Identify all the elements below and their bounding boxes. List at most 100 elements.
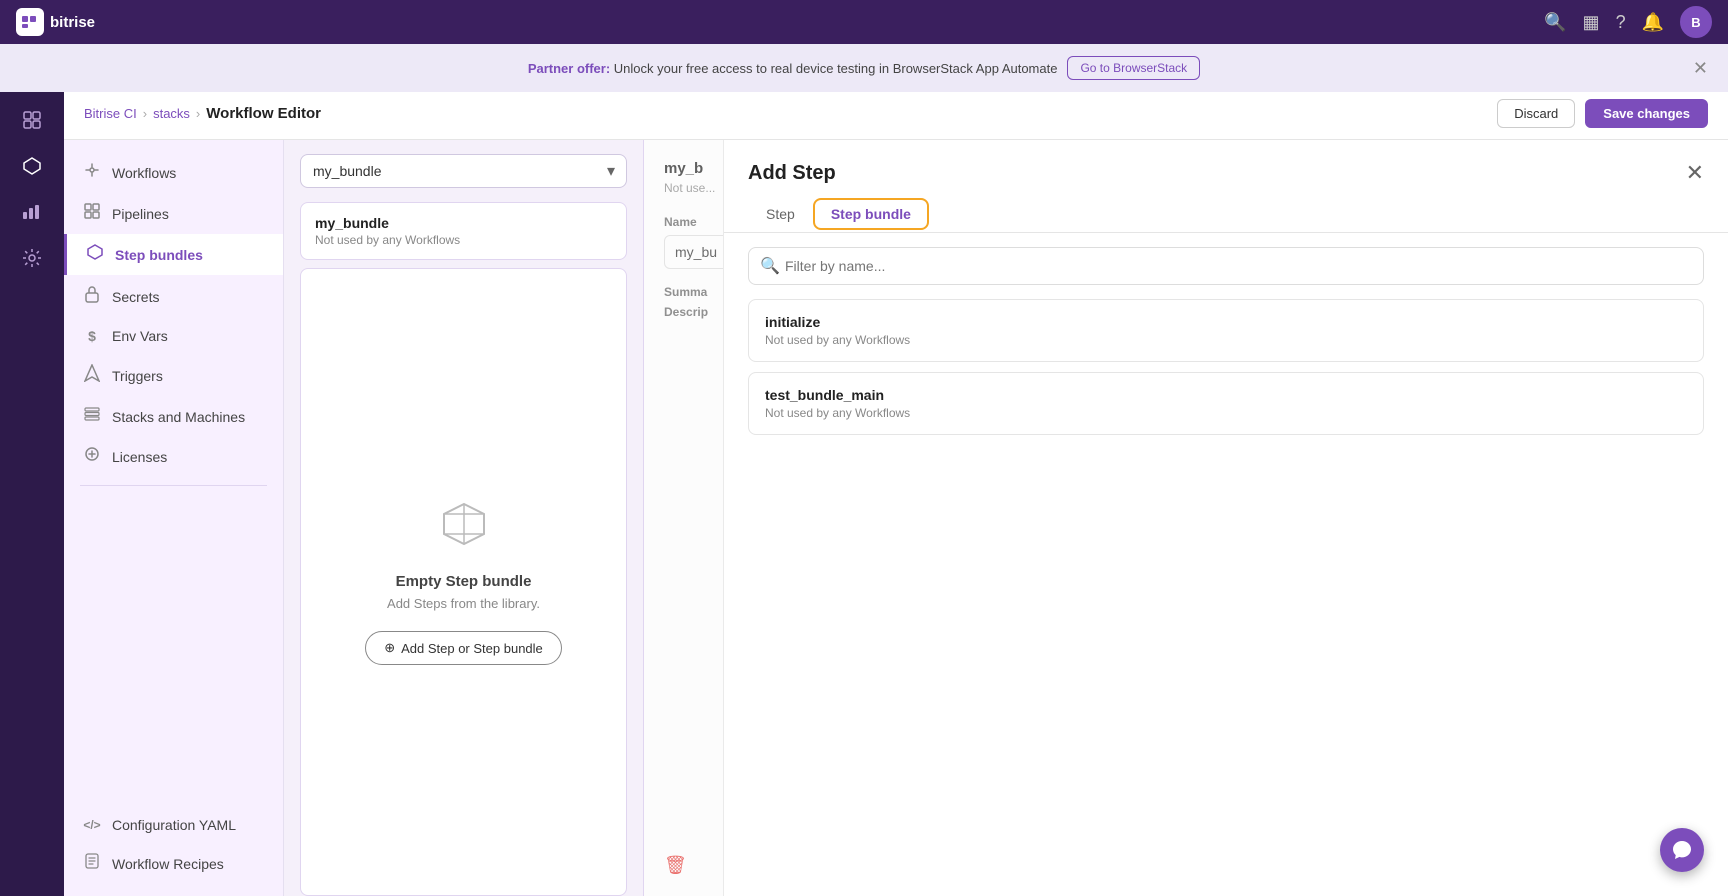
- nav-item-workflow-recipes[interactable]: Workflow Recipes: [64, 843, 283, 884]
- sidebar-settings-icon[interactable]: [12, 238, 52, 278]
- breadcrumb-bar: Bitrise CI › stacks › Workflow Editor Di…: [64, 88, 1728, 140]
- name-input[interactable]: [664, 235, 724, 269]
- step-item-name-1: test_bundle_main: [765, 387, 1687, 403]
- breadcrumb-sep-2: ›: [196, 106, 200, 121]
- workflow-recipes-icon: [82, 853, 102, 874]
- licenses-label: Licenses: [112, 449, 167, 465]
- licenses-icon: [82, 446, 102, 467]
- breadcrumb-home[interactable]: Bitrise CI: [84, 106, 137, 121]
- breadcrumb: Bitrise CI › stacks › Workflow Editor: [84, 105, 321, 122]
- step-search-container: 🔍: [724, 233, 1728, 299]
- sidebar: [0, 44, 64, 896]
- logo-icon: [16, 8, 44, 36]
- sidebar-step-bundles-icon[interactable]: [12, 146, 52, 186]
- delete-button[interactable]: 🗑: [664, 855, 687, 876]
- nav-item-pipelines[interactable]: Pipelines: [64, 193, 283, 234]
- step-item-name-0: initialize: [765, 314, 1687, 330]
- plus-circle-icon: ⊕: [384, 640, 395, 656]
- chat-support-button[interactable]: [1660, 828, 1704, 872]
- nav-right: 🔍 ▦ ? 🔔 B: [1544, 6, 1712, 38]
- step-bundles-icon: [85, 244, 105, 265]
- add-step-tabs: Step Step bundle: [724, 186, 1728, 233]
- bundle-panel-header: my_bundle ▾: [284, 140, 643, 202]
- add-step-panel: Add Step ✕ Step Step bundle 🔍 initialize…: [724, 140, 1728, 896]
- add-step-header: Add Step ✕: [724, 140, 1728, 186]
- close-icon: ✕: [1686, 160, 1704, 185]
- workflow-recipes-label: Workflow Recipes: [112, 856, 224, 872]
- partner-banner: Partner offer: Unlock your free access t…: [0, 44, 1728, 92]
- secrets-icon: [82, 285, 102, 308]
- sidebar-workflow-icon[interactable]: [12, 100, 52, 140]
- breadcrumb-stacks[interactable]: stacks: [153, 106, 190, 121]
- config-yaml-label: Configuration YAML: [112, 817, 236, 833]
- bundle-item-name: my_bundle: [315, 215, 612, 231]
- go-to-browserstack-button[interactable]: Go to BrowserStack: [1067, 56, 1200, 80]
- breadcrumb-sep-1: ›: [143, 106, 147, 121]
- search-icon[interactable]: 🔍: [1544, 12, 1566, 33]
- bundle-panel: my_bundle ▾ my_bundle Not used by any Wo…: [284, 140, 644, 896]
- triggers-icon: [82, 364, 102, 387]
- step-item-sub-0: Not used by any Workflows: [765, 333, 1687, 347]
- nav-item-triggers[interactable]: Triggers: [64, 354, 283, 397]
- step-search-input[interactable]: [748, 247, 1704, 285]
- nav-item-config-yaml[interactable]: </> Configuration YAML: [64, 807, 283, 843]
- env-vars-label: Env Vars: [112, 328, 168, 344]
- tab-step-bundle[interactable]: Step bundle: [813, 198, 929, 230]
- step-list-item-1[interactable]: test_bundle_main Not used by any Workflo…: [748, 372, 1704, 435]
- description-label: Descrip: [664, 305, 703, 319]
- empty-cube-icon: [439, 499, 489, 561]
- bitrise-logo[interactable]: bitrise: [16, 8, 95, 36]
- bundle-dropdown[interactable]: my_bundle: [300, 154, 627, 188]
- nav-item-workflows[interactable]: Workflows: [64, 152, 283, 193]
- empty-state-title: Empty Step bundle: [396, 573, 532, 590]
- delete-icon: 🗑: [664, 855, 687, 876]
- nav-bottom: </> Configuration YAML Workflow Recipes: [64, 807, 283, 884]
- bundle-empty-content: Empty Step bundle Add Steps from the lib…: [300, 268, 627, 896]
- bundle-list-item[interactable]: my_bundle Not used by any Workflows: [300, 202, 627, 260]
- nav-panel: Workflows Pipelines Step bundles Secrets…: [64, 140, 284, 896]
- nav-item-secrets[interactable]: Secrets: [64, 275, 283, 318]
- avatar[interactable]: B: [1680, 6, 1712, 38]
- bundle-item-subtitle: Not used by any Workflows: [315, 233, 612, 247]
- nav-item-licenses[interactable]: Licenses: [64, 436, 283, 477]
- help-icon[interactable]: ?: [1616, 12, 1626, 33]
- step-bundles-label: Step bundles: [115, 247, 203, 263]
- pipelines-label: Pipelines: [112, 206, 169, 222]
- name-label: Name: [664, 215, 703, 229]
- banner-close-icon[interactable]: ✕: [1693, 58, 1708, 79]
- stacks-machines-label: Stacks and Machines: [112, 409, 245, 425]
- nav-item-stacks-machines[interactable]: Stacks and Machines: [64, 397, 283, 436]
- tab-step[interactable]: Step: [748, 198, 813, 233]
- step-list-item[interactable]: initialize Not used by any Workflows: [748, 299, 1704, 362]
- bundle-dropdown-wrapper[interactable]: my_bundle ▾: [300, 154, 627, 188]
- pipelines-icon: [82, 203, 102, 224]
- sidebar-analytics-icon[interactable]: [12, 192, 52, 232]
- detail-title: my_b: [664, 160, 703, 177]
- dashboard-icon[interactable]: ▦: [1583, 12, 1600, 33]
- detail-panel: my_b Not use... Name Summa Descrip 🗑: [644, 140, 724, 896]
- save-changes-button[interactable]: Save changes: [1585, 99, 1708, 128]
- nav-item-env-vars[interactable]: $ Env Vars: [64, 318, 283, 354]
- env-vars-icon: $: [82, 328, 102, 344]
- config-yaml-icon: </>: [82, 818, 102, 832]
- nav-item-step-bundles[interactable]: Step bundles: [64, 234, 283, 275]
- summary-label: Summa: [664, 285, 703, 299]
- detail-subtitle: Not use...: [664, 181, 703, 195]
- step-item-sub-1: Not used by any Workflows: [765, 406, 1687, 420]
- nav-left: bitrise: [16, 8, 95, 36]
- nav-divider: [80, 485, 267, 486]
- breadcrumb-actions: Discard Save changes: [1497, 99, 1708, 128]
- discard-button[interactable]: Discard: [1497, 99, 1575, 128]
- page-title: Workflow Editor: [206, 105, 321, 122]
- add-step-or-bundle-button[interactable]: ⊕ Add Step or Step bundle: [365, 631, 562, 665]
- stacks-machines-icon: [82, 407, 102, 426]
- empty-state-subtitle: Add Steps from the library.: [387, 596, 540, 611]
- secrets-label: Secrets: [112, 289, 159, 305]
- bell-icon[interactable]: 🔔: [1642, 12, 1664, 33]
- close-add-step-button[interactable]: ✕: [1686, 160, 1704, 186]
- workflows-label: Workflows: [112, 165, 176, 181]
- banner-text: Partner offer: Unlock your free access t…: [528, 61, 1058, 76]
- top-navigation: bitrise 🔍 ▦ ? 🔔 B: [0, 0, 1728, 44]
- step-list: initialize Not used by any Workflows tes…: [724, 299, 1728, 896]
- triggers-label: Triggers: [112, 368, 163, 384]
